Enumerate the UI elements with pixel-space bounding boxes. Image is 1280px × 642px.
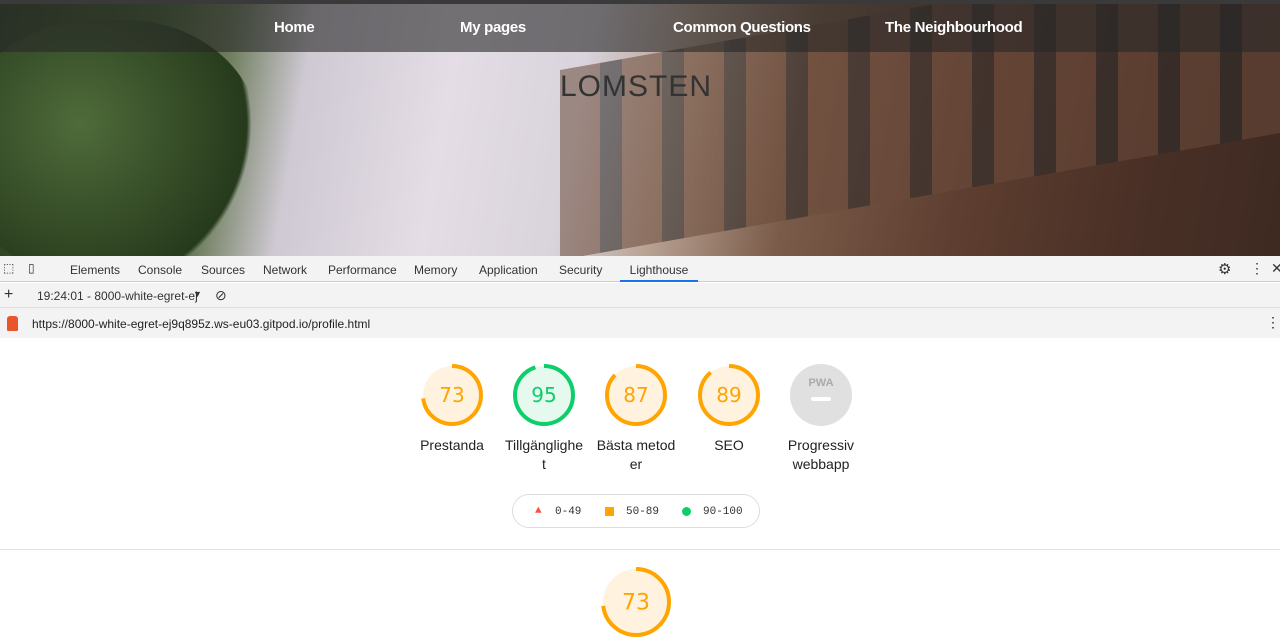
gauge-label: Bästa metoder	[596, 437, 676, 472]
circle-pass-icon	[682, 507, 691, 516]
score-ring: 87	[605, 364, 667, 426]
gauge-label: Progressiv webbapp	[787, 437, 855, 472]
tab-application[interactable]: Application	[479, 263, 538, 277]
tab-lighthouse[interactable]: Lighthouse	[620, 263, 698, 282]
new-report-plus-icon[interactable]: +	[4, 286, 13, 304]
pwa-badge-icon: PWA	[790, 364, 852, 426]
gauge-pwa[interactable]: PWA Progressiv webbapp	[761, 364, 881, 474]
square-average-icon	[605, 507, 614, 516]
score-value: 73	[622, 591, 650, 616]
nav-neighbourhood[interactable]: The Neighbourhood	[885, 19, 1023, 36]
triangle-fail-icon: ▲	[535, 505, 542, 517]
gauge-label: SEO	[714, 437, 744, 453]
report-url-row: https://8000-white-egret-ej9q895z.ws-eu0…	[0, 308, 1280, 338]
more-vert-icon[interactable]: ⋮	[1266, 314, 1280, 331]
tab-performance[interactable]: Performance	[328, 263, 397, 277]
tab-elements[interactable]: Elements	[70, 263, 120, 277]
report-select[interactable]: 19:24:01 - 8000-white-egret-ej	[37, 289, 198, 303]
tab-sources[interactable]: Sources	[201, 263, 245, 277]
tab-console[interactable]: Console	[138, 263, 182, 277]
score-value: 87	[623, 383, 648, 407]
tab-security[interactable]: Security	[559, 263, 602, 277]
legend-pass: 90-100	[703, 506, 743, 518]
svg-text:PWA: PWA	[808, 377, 833, 389]
site-nav: Home My pages Common Questions The Neigh…	[0, 4, 1280, 52]
gauge-label: Prestanda	[420, 437, 484, 453]
legend-average: 50-89	[626, 506, 660, 518]
score-legend: ▲ 0-49 50-89 90-100	[512, 494, 760, 528]
report-url[interactable]: https://8000-white-egret-ej9q895z.ws-eu0…	[32, 317, 370, 331]
score-value: 95	[531, 383, 556, 407]
device-toolbar-icon[interactable]: ▯	[28, 261, 35, 275]
score-ring: 73	[601, 567, 671, 637]
clear-icon[interactable]: ⊘	[215, 287, 227, 304]
inspect-icon[interactable]: ⬚	[3, 261, 14, 275]
lighthouse-toolbar: + 19:24:01 - 8000-white-egret-ej ▼ ⊘	[0, 283, 1280, 308]
score-ring: 89	[698, 364, 760, 426]
nav-home[interactable]: Home	[274, 19, 315, 36]
score-value: 73	[439, 383, 464, 407]
tree-image	[0, 20, 260, 256]
score-ring: 95	[513, 364, 575, 426]
score-ring: 73	[421, 364, 483, 426]
devtools-tabbar: ⬚ ▯ Elements Console Sources Network Per…	[0, 256, 1280, 282]
legend-fail: 0-49	[555, 506, 582, 518]
more-vert-icon[interactable]: ⋮	[1250, 260, 1264, 277]
gauge-label: Tillgänglighet	[504, 437, 584, 472]
settings-gear-icon[interactable]: ⚙	[1218, 260, 1231, 278]
score-value: 89	[716, 383, 741, 407]
nav-my-pages[interactable]: My pages	[460, 19, 526, 36]
nav-common-questions[interactable]: Common Questions	[673, 19, 811, 36]
chevron-down-icon[interactable]: ▼	[193, 289, 202, 299]
divider	[0, 549, 1280, 550]
tab-network[interactable]: Network	[263, 263, 307, 277]
tab-memory[interactable]: Memory	[414, 263, 457, 277]
site-title: LOMSTEN	[559, 70, 713, 103]
performance-gauge-large: 73	[601, 567, 671, 642]
lighthouse-icon	[7, 316, 18, 331]
close-icon[interactable]: ✕	[1271, 260, 1280, 277]
